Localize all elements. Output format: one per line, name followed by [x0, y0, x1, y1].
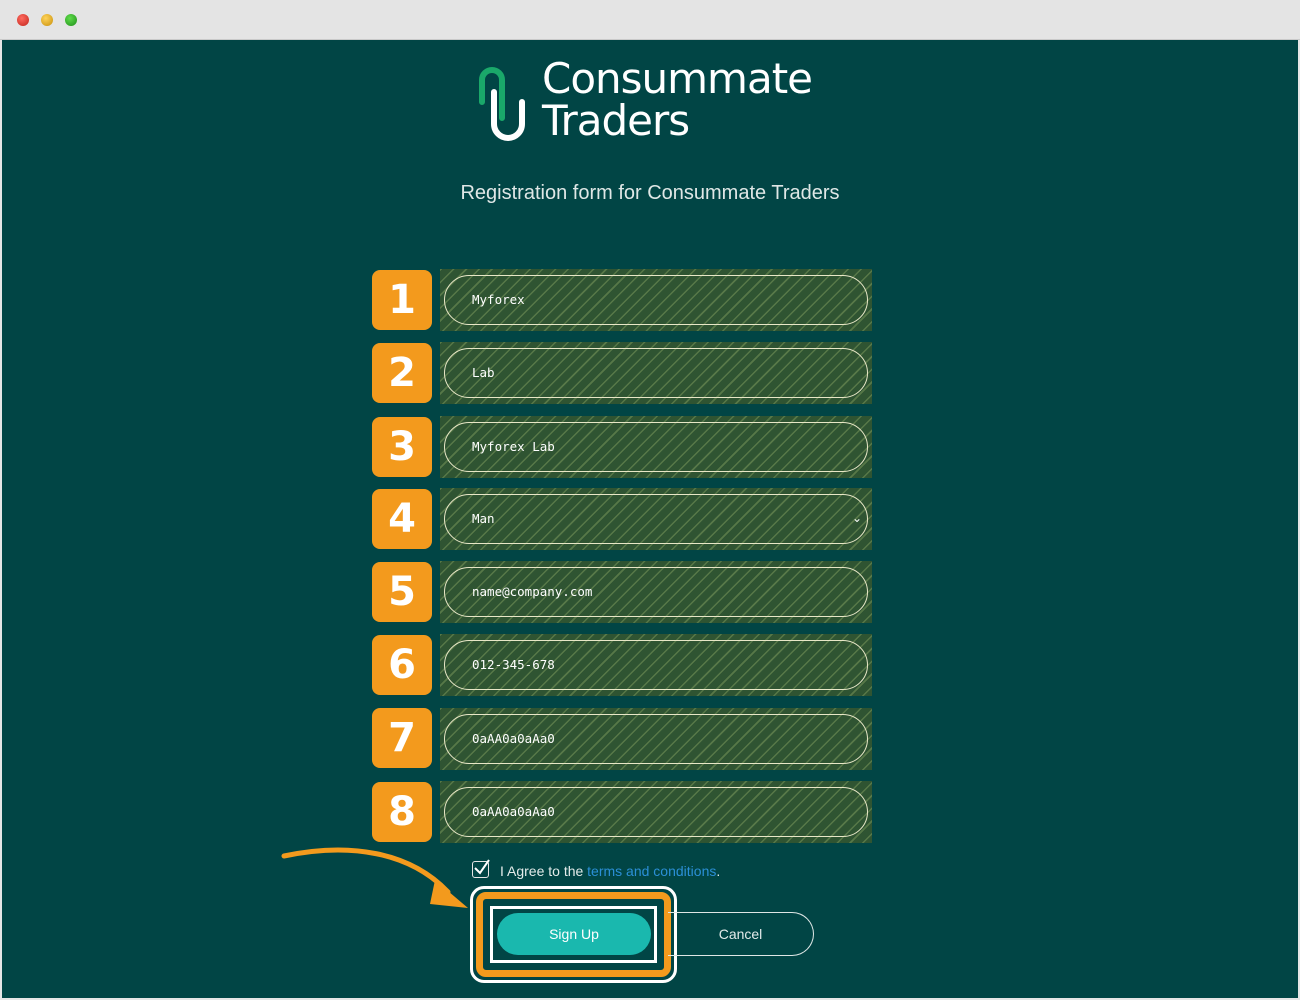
step-badge-8: 8	[372, 782, 432, 842]
brand-logo-line2: Traders	[542, 96, 690, 145]
step-badge-3: 3	[372, 417, 432, 477]
field-row-8: 0aAA0a0aAa0	[440, 781, 872, 843]
password-input[interactable]: 0aAA0a0aAa0	[444, 714, 868, 764]
last-name-input[interactable]: Lab	[444, 348, 868, 398]
gender-select-value: Man	[472, 511, 495, 526]
gender-select[interactable]: Man ⌄	[444, 494, 868, 544]
terms-prefix: I Agree to the	[500, 863, 588, 879]
field-row-2: Lab	[440, 342, 872, 404]
phone-input[interactable]: 012-345-678	[444, 640, 868, 690]
pointer-arrow-icon	[281, 847, 468, 908]
paperclip-logo-icon	[479, 67, 525, 141]
field-row-6: 012-345-678	[440, 634, 872, 696]
signup-button[interactable]: Sign Up	[497, 913, 651, 955]
step-badge-5: 5	[372, 562, 432, 622]
step-badge-2: 2	[372, 343, 432, 403]
terms-text: I Agree to the terms and conditions.	[500, 860, 720, 882]
confirm-password-input[interactable]: 0aAA0a0aAa0	[444, 787, 868, 837]
step-badge-6: 6	[372, 635, 432, 695]
field-row-3: Myforex Lab	[440, 416, 872, 478]
cancel-button[interactable]: Cancel	[668, 912, 814, 956]
step-badge-1: 1	[372, 270, 432, 330]
brand-logo-text: Consummate Traders	[542, 54, 813, 145]
chevron-down-icon: ⌄	[851, 511, 862, 525]
field-row-4: Man ⌄	[440, 488, 872, 550]
brand-logo: Consummate Traders	[474, 58, 844, 148]
field-row-5: name@company.com	[440, 561, 872, 623]
first-name-input[interactable]: Myforex	[444, 275, 868, 325]
field-row-1: Myforex	[440, 269, 872, 331]
email-input[interactable]: name@company.com	[444, 567, 868, 617]
minimize-dot-icon[interactable]	[41, 14, 53, 26]
step-badge-7: 7	[372, 708, 432, 768]
close-dot-icon[interactable]	[17, 14, 29, 26]
terms-link[interactable]: terms and conditions	[587, 863, 716, 879]
brand-logo-line1: Consummate	[542, 54, 813, 103]
browser-window: Consummate Traders Registration form for…	[0, 0, 1300, 1000]
page-subtitle: Registration form for Consummate Traders	[460, 182, 840, 204]
step-badge-4: 4	[372, 489, 432, 549]
terms-suffix: .	[716, 863, 721, 879]
field-row-7: 0aAA0a0aAa0	[440, 708, 872, 770]
window-titlebar	[0, 0, 1300, 40]
full-name-input[interactable]: Myforex Lab	[444, 422, 868, 472]
maximize-dot-icon[interactable]	[65, 14, 77, 26]
